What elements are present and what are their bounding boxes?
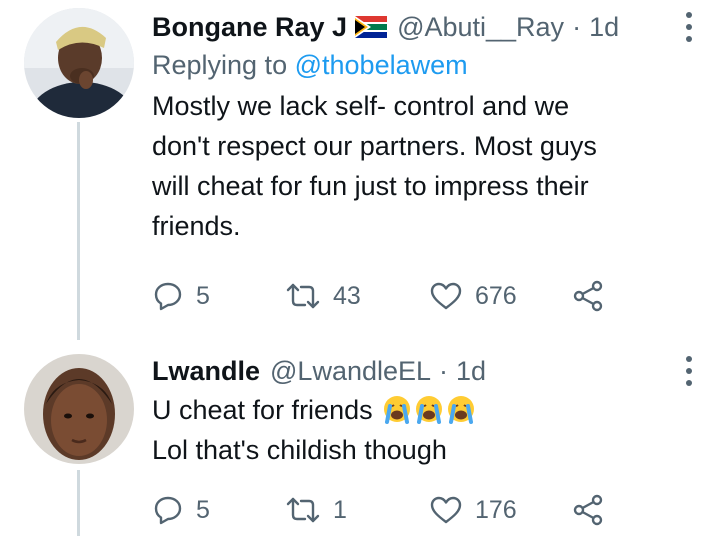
- retweet-icon: [286, 283, 320, 309]
- timestamp[interactable]: 1d: [589, 8, 619, 46]
- loudly-crying-face-icon: [448, 396, 475, 424]
- like-count: 176: [475, 495, 517, 524]
- retweet-icon: [286, 497, 320, 523]
- display-name[interactable]: Bongane Ray J: [152, 8, 347, 46]
- tweet-text-line: Lol that's childish though: [152, 435, 447, 465]
- share-button[interactable]: [572, 494, 604, 526]
- tweet-header: Lwandle @LwandleEL · 1d: [152, 352, 680, 390]
- reply-count: 5: [196, 281, 210, 310]
- timestamp[interactable]: 1d: [456, 352, 486, 390]
- retweet-button[interactable]: 1: [285, 495, 429, 525]
- tweet-text: Mostly we lack self- control and we don'…: [152, 86, 680, 246]
- tweet-text-line: Mostly we lack self- control and we: [152, 91, 570, 121]
- reply-icon: [154, 496, 182, 525]
- share-icon: [573, 280, 603, 312]
- tweet-header: Bongane Ray J @Abuti__Ray · 1d: [152, 8, 680, 46]
- loudly-crying-face-icon: [416, 396, 443, 424]
- loudly-crying-face-icon: [384, 396, 411, 424]
- like-button[interactable]: 176: [429, 495, 572, 525]
- tweet-text-line: don't respect our partners. Most guys: [152, 131, 597, 161]
- reply-count: 5: [196, 495, 210, 524]
- tweet-text-segment: U cheat for friends: [152, 395, 373, 425]
- retweet-count: 43: [333, 281, 361, 310]
- replying-to-label: Replying to: [152, 50, 288, 80]
- avatar[interactable]: [24, 354, 134, 464]
- tweet-text-line: U cheat for friends: [152, 390, 680, 430]
- reply-icon: [154, 282, 182, 311]
- share-button[interactable]: [572, 280, 604, 312]
- display-name[interactable]: Lwandle: [152, 352, 260, 390]
- tweet-text-line: friends.: [152, 211, 241, 241]
- tweet-text-line: will cheat for fun just to impress their: [152, 171, 589, 201]
- heart-icon: [430, 496, 462, 524]
- thread-line: [77, 470, 80, 536]
- tweet[interactable]: Bongane Ray J @Abuti__Ray · 1d Replying …: [0, 0, 720, 340]
- action-bar: 5 1 176: [152, 494, 604, 526]
- share-icon: [573, 494, 603, 526]
- replying-to: Replying to @thobelawem: [152, 46, 680, 84]
- more-options-icon[interactable]: [682, 10, 696, 44]
- like-button[interactable]: 676: [429, 281, 572, 311]
- tweet-text: U cheat for friends Lol that's childish …: [152, 390, 680, 470]
- reply-button[interactable]: 5: [152, 494, 285, 526]
- separator-dot: ·: [439, 356, 449, 386]
- more-options-icon[interactable]: [682, 354, 696, 388]
- heart-icon: [430, 282, 462, 310]
- avatar[interactable]: [24, 8, 134, 118]
- south-africa-flag: [355, 16, 388, 38]
- like-count: 676: [475, 281, 517, 310]
- separator-dot: ·: [572, 12, 582, 42]
- handle[interactable]: @LwandleEL: [270, 352, 431, 390]
- reply-button[interactable]: 5: [152, 280, 285, 312]
- tweet[interactable]: Lwandle @LwandleEL · 1d U cheat for frie…: [0, 340, 720, 536]
- retweet-count: 1: [333, 495, 347, 524]
- action-bar: 5 43 676: [152, 280, 604, 312]
- retweet-button[interactable]: 43: [285, 281, 429, 311]
- thread-line: [77, 122, 80, 340]
- handle[interactable]: @Abuti__Ray: [397, 8, 564, 46]
- replying-to-mention[interactable]: @thobelawem: [295, 50, 468, 80]
